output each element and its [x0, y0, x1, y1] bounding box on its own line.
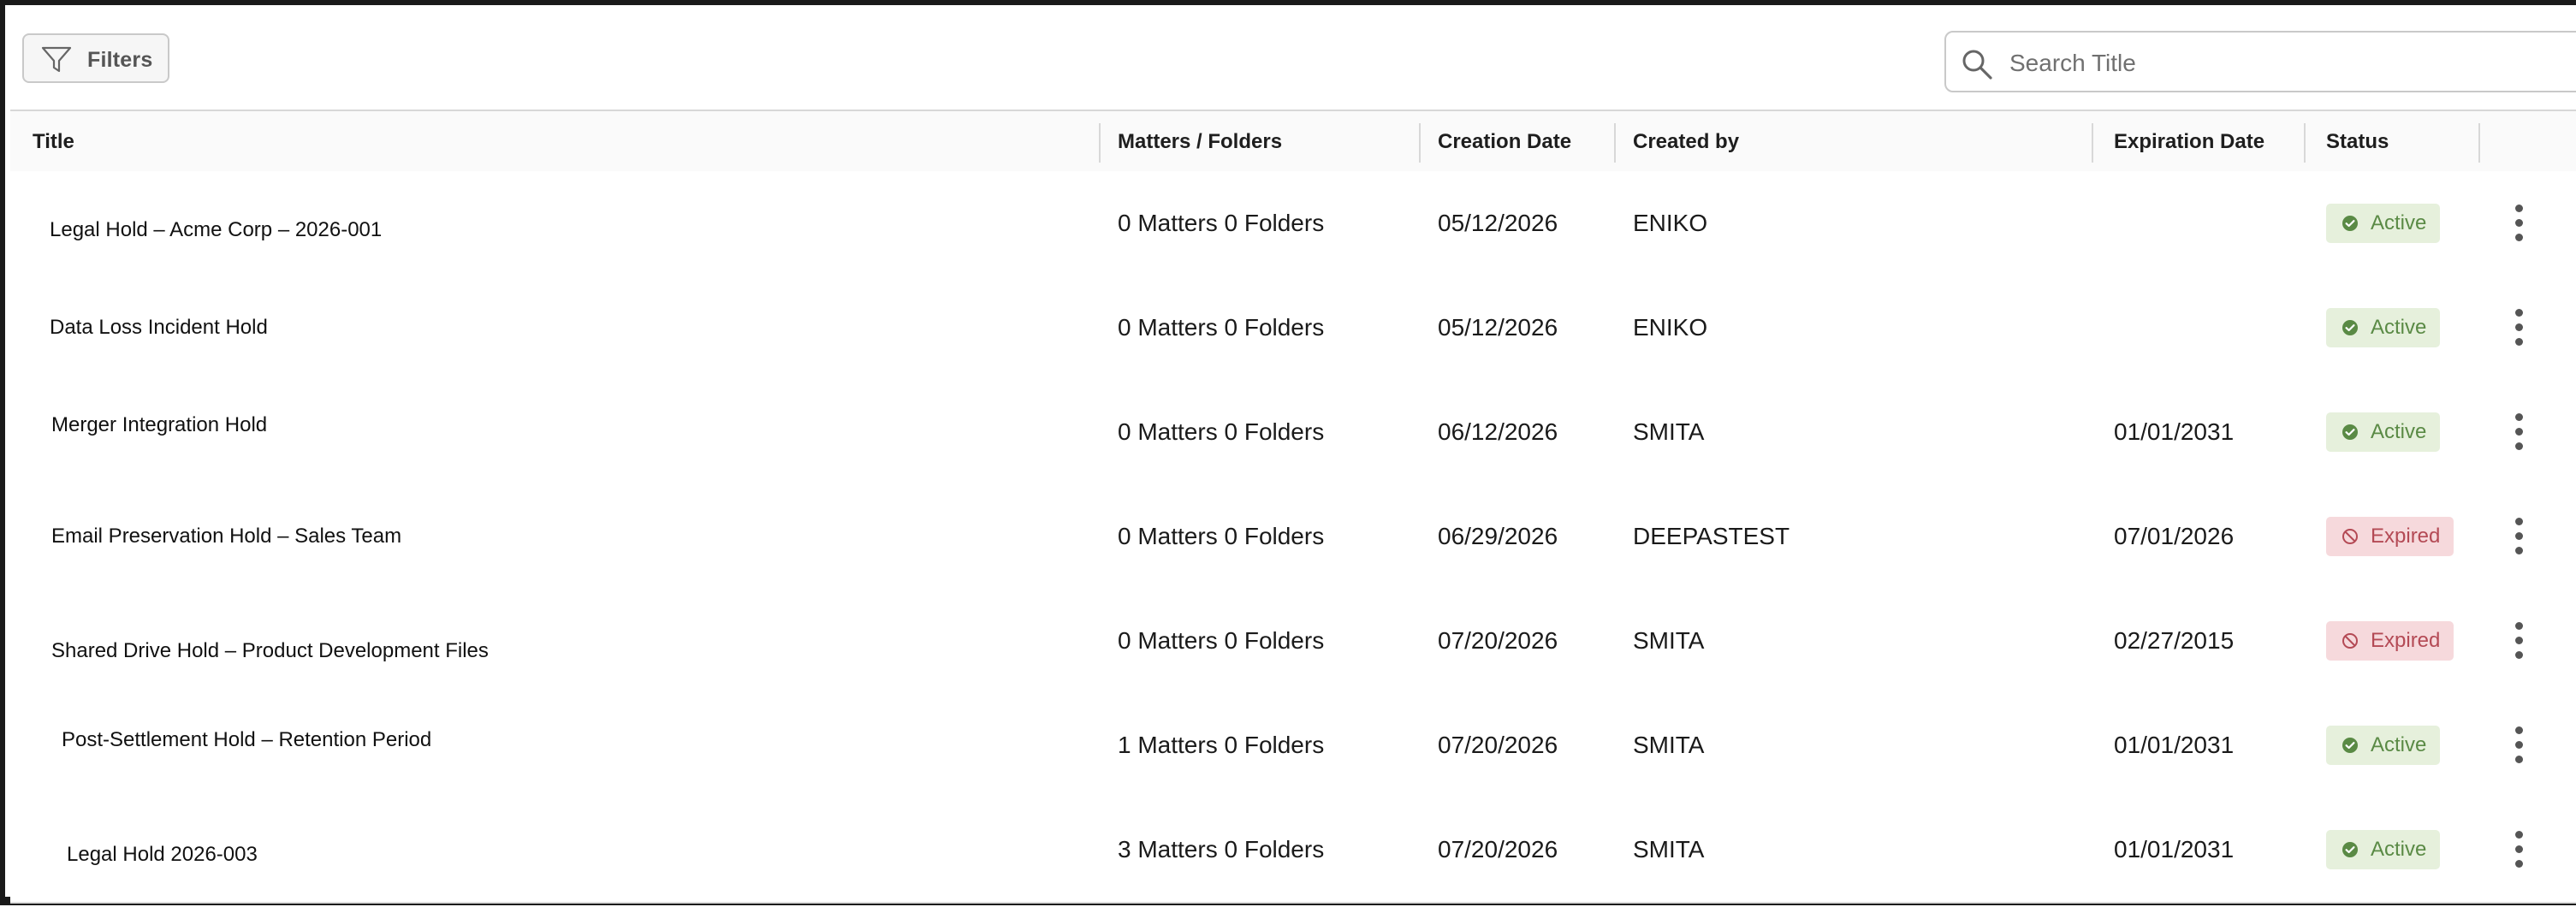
- status-badge: Active: [2326, 726, 2441, 765]
- status-badge-label: Active: [2371, 420, 2427, 443]
- table-row[interactable]: Merger Integration Hold 0 Matters 0 Folde…: [10, 380, 2576, 486]
- row-matters-folders: 0 Matters 0 Folders: [1118, 210, 1325, 236]
- row-creation-date: 06/29/2026: [1438, 523, 1558, 549]
- check-circle-icon: [2342, 320, 2358, 335]
- row-created-by: SMITA: [1633, 836, 1705, 863]
- status-badge-label: Active: [2371, 733, 2427, 756]
- column-divider: [1419, 123, 1421, 163]
- table-row[interactable]: Data Loss Incident Hold 0 Matters 0 Folde…: [10, 276, 2576, 382]
- row-expiration-date: 01/01/2031: [2114, 418, 2235, 445]
- status-badge-label: Active: [2371, 316, 2427, 339]
- funnel-icon: [41, 46, 72, 73]
- row-title[interactable]: Legal Hold 2026-003: [67, 803, 258, 907]
- column-divider: [1099, 123, 1101, 163]
- status-badge-label: Expired: [2371, 629, 2441, 652]
- check-circle-icon: [2342, 738, 2358, 753]
- row-title[interactable]: Legal Hold – Acme Corp – 2026-001: [50, 178, 382, 282]
- status-badge: Active: [2326, 830, 2441, 869]
- row-title[interactable]: Data Loss Incident Hold: [50, 276, 268, 380]
- search-box[interactable]: [1944, 31, 2576, 92]
- table-row[interactable]: Post-Settlement Hold – Retention Period 1…: [10, 693, 2576, 799]
- column-divider: [2304, 123, 2306, 163]
- status-badge: Expired: [2326, 517, 2454, 556]
- column-divider: [2478, 123, 2480, 163]
- row-expiration-date: 01/01/2031: [2114, 732, 2235, 758]
- filters-button[interactable]: Filters: [22, 33, 169, 83]
- table-row[interactable]: Legal Hold 2026-003 3 Matters 0 Folders 07…: [10, 797, 2576, 904]
- column-divider: [2092, 123, 2093, 163]
- status-badge-label: Expired: [2371, 525, 2441, 548]
- row-actions-button[interactable]: [2502, 720, 2537, 771]
- row-expiration-date: 07/01/2026: [2114, 523, 2235, 549]
- status-badge-label: Active: [2371, 211, 2427, 234]
- prohibited-icon: [2342, 529, 2358, 544]
- row-created-by: SMITA: [1633, 418, 1705, 445]
- status-badge: Active: [2326, 308, 2441, 347]
- row-creation-date: 05/12/2026: [1438, 314, 1558, 341]
- column-header-title[interactable]: Title: [33, 111, 74, 173]
- table-header: Title Matters / Folders Creation Date Cr…: [10, 110, 2576, 173]
- row-title[interactable]: Email Preservation Hold – Sales Team: [51, 484, 401, 589]
- column-header-matters-folders[interactable]: Matters / Folders: [1118, 111, 1282, 173]
- prohibited-icon: [2342, 633, 2358, 649]
- row-created-by: DEEPASTEST: [1633, 523, 1790, 549]
- column-header-status[interactable]: Status: [2326, 111, 2389, 173]
- row-actions-button[interactable]: [2502, 406, 2537, 458]
- row-creation-date: 07/20/2026: [1438, 732, 1558, 758]
- row-creation-date: 07/20/2026: [1438, 836, 1558, 863]
- row-expiration-date: 01/01/2031: [2114, 836, 2235, 863]
- row-actions-button[interactable]: [2502, 302, 2537, 353]
- row-matters-folders: 3 Matters 0 Folders: [1118, 836, 1325, 863]
- row-actions-button[interactable]: [2502, 824, 2537, 875]
- status-badge: Active: [2326, 204, 2441, 243]
- row-creation-date: 05/12/2026: [1438, 210, 1558, 236]
- check-circle-icon: [2342, 216, 2358, 231]
- row-created-by: ENIKO: [1633, 210, 1708, 236]
- app-frame: Filters Title Matters / Folders Creation…: [0, 0, 2576, 905]
- row-actions-button[interactable]: [2502, 615, 2537, 667]
- row-title[interactable]: Merger Integration Hold: [51, 373, 267, 477]
- row-creation-date: 06/12/2026: [1438, 418, 1558, 445]
- table-toolbar: Filters: [5, 5, 2576, 106]
- row-matters-folders: 0 Matters 0 Folders: [1118, 627, 1325, 654]
- check-circle-icon: [2342, 424, 2358, 440]
- search-input[interactable]: [2009, 48, 2574, 79]
- status-badge-label: Active: [2371, 838, 2427, 861]
- row-title[interactable]: Post-Settlement Hold – Retention Period: [62, 688, 431, 792]
- row-matters-folders: 0 Matters 0 Folders: [1118, 418, 1325, 445]
- table-row[interactable]: Email Preservation Hold – Sales Team 0 Ma…: [10, 484, 2576, 590]
- row-actions-button[interactable]: [2502, 511, 2537, 562]
- status-badge: Active: [2326, 412, 2441, 452]
- table-row[interactable]: Shared Drive Hold – Product Development …: [10, 589, 2576, 695]
- search-icon: [1962, 50, 1992, 80]
- status-badge: Expired: [2326, 621, 2454, 661]
- table-row[interactable]: Legal Hold – Acme Corp – 2026-001 0 Matte…: [10, 171, 2576, 277]
- column-header-created-by[interactable]: Created by: [1633, 111, 1739, 173]
- row-expiration-date: 02/27/2015: [2114, 627, 2235, 654]
- row-matters-folders: 0 Matters 0 Folders: [1118, 314, 1325, 341]
- column-header-expiration-date[interactable]: Expiration Date: [2114, 111, 2264, 173]
- row-matters-folders: 1 Matters 0 Folders: [1118, 732, 1325, 758]
- column-header-creation-date[interactable]: Creation Date: [1438, 111, 1571, 173]
- column-divider: [1614, 123, 1616, 163]
- row-created-by: ENIKO: [1633, 314, 1708, 341]
- row-creation-date: 07/20/2026: [1438, 627, 1558, 654]
- row-actions-button[interactable]: [2502, 198, 2537, 249]
- filters-button-label: Filters: [87, 48, 153, 72]
- row-matters-folders: 0 Matters 0 Folders: [1118, 523, 1325, 549]
- row-created-by: SMITA: [1633, 627, 1705, 654]
- check-circle-icon: [2342, 842, 2358, 857]
- row-created-by: SMITA: [1633, 732, 1705, 758]
